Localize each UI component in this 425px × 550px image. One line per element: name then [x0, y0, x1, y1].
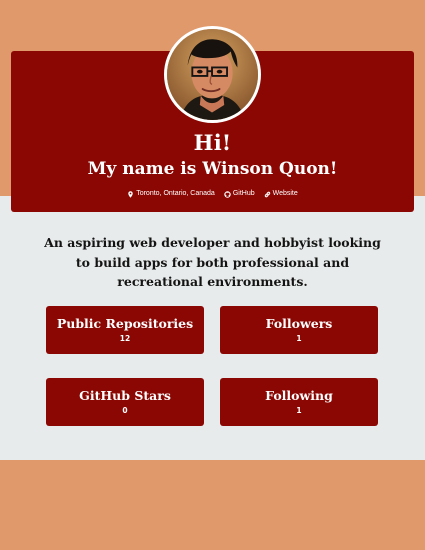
location-info: Toronto, Ontario, Canada: [127, 189, 215, 199]
stat-card-github-stars: GitHub Stars 0: [46, 378, 204, 426]
greeting-heading: Hi!: [193, 130, 232, 155]
stat-card-following: Following 1: [220, 378, 378, 426]
avatar-photo: [167, 29, 258, 120]
map-marker-icon: [127, 190, 134, 198]
profile-avatar: [164, 26, 261, 123]
stat-value: 12: [119, 334, 131, 343]
stat-label: GitHub Stars: [79, 388, 171, 403]
github-link-text: GitHub: [232, 190, 255, 197]
stat-label: Followers: [265, 316, 333, 331]
stat-value: 1: [296, 406, 302, 415]
stat-label: Following: [265, 388, 333, 403]
name-heading: My name is Winson Quon!: [87, 159, 338, 179]
link-icon: [264, 191, 271, 198]
stat-card-public-repositories: Public Repositories 12: [46, 306, 204, 354]
stat-card-followers: Followers 1: [220, 306, 378, 354]
stat-value: 0: [122, 406, 128, 415]
website-link[interactable]: Website: [264, 189, 298, 199]
stat-value: 1: [296, 334, 302, 343]
website-link-text: Website: [272, 190, 298, 197]
location-text: Toronto, Ontario, Canada: [136, 190, 215, 197]
bio-text: An aspiring web developer and hobbyist l…: [44, 235, 381, 289]
stat-label: Public Repositories: [56, 316, 194, 331]
profile-meta-links: Toronto, Ontario, Canada GitHub Website: [11, 189, 414, 199]
github-icon: [224, 190, 231, 198]
portfolio-page: Hi! My name is Winson Quon! Toronto, Ont…: [0, 0, 425, 550]
github-link[interactable]: GitHub: [224, 189, 255, 199]
